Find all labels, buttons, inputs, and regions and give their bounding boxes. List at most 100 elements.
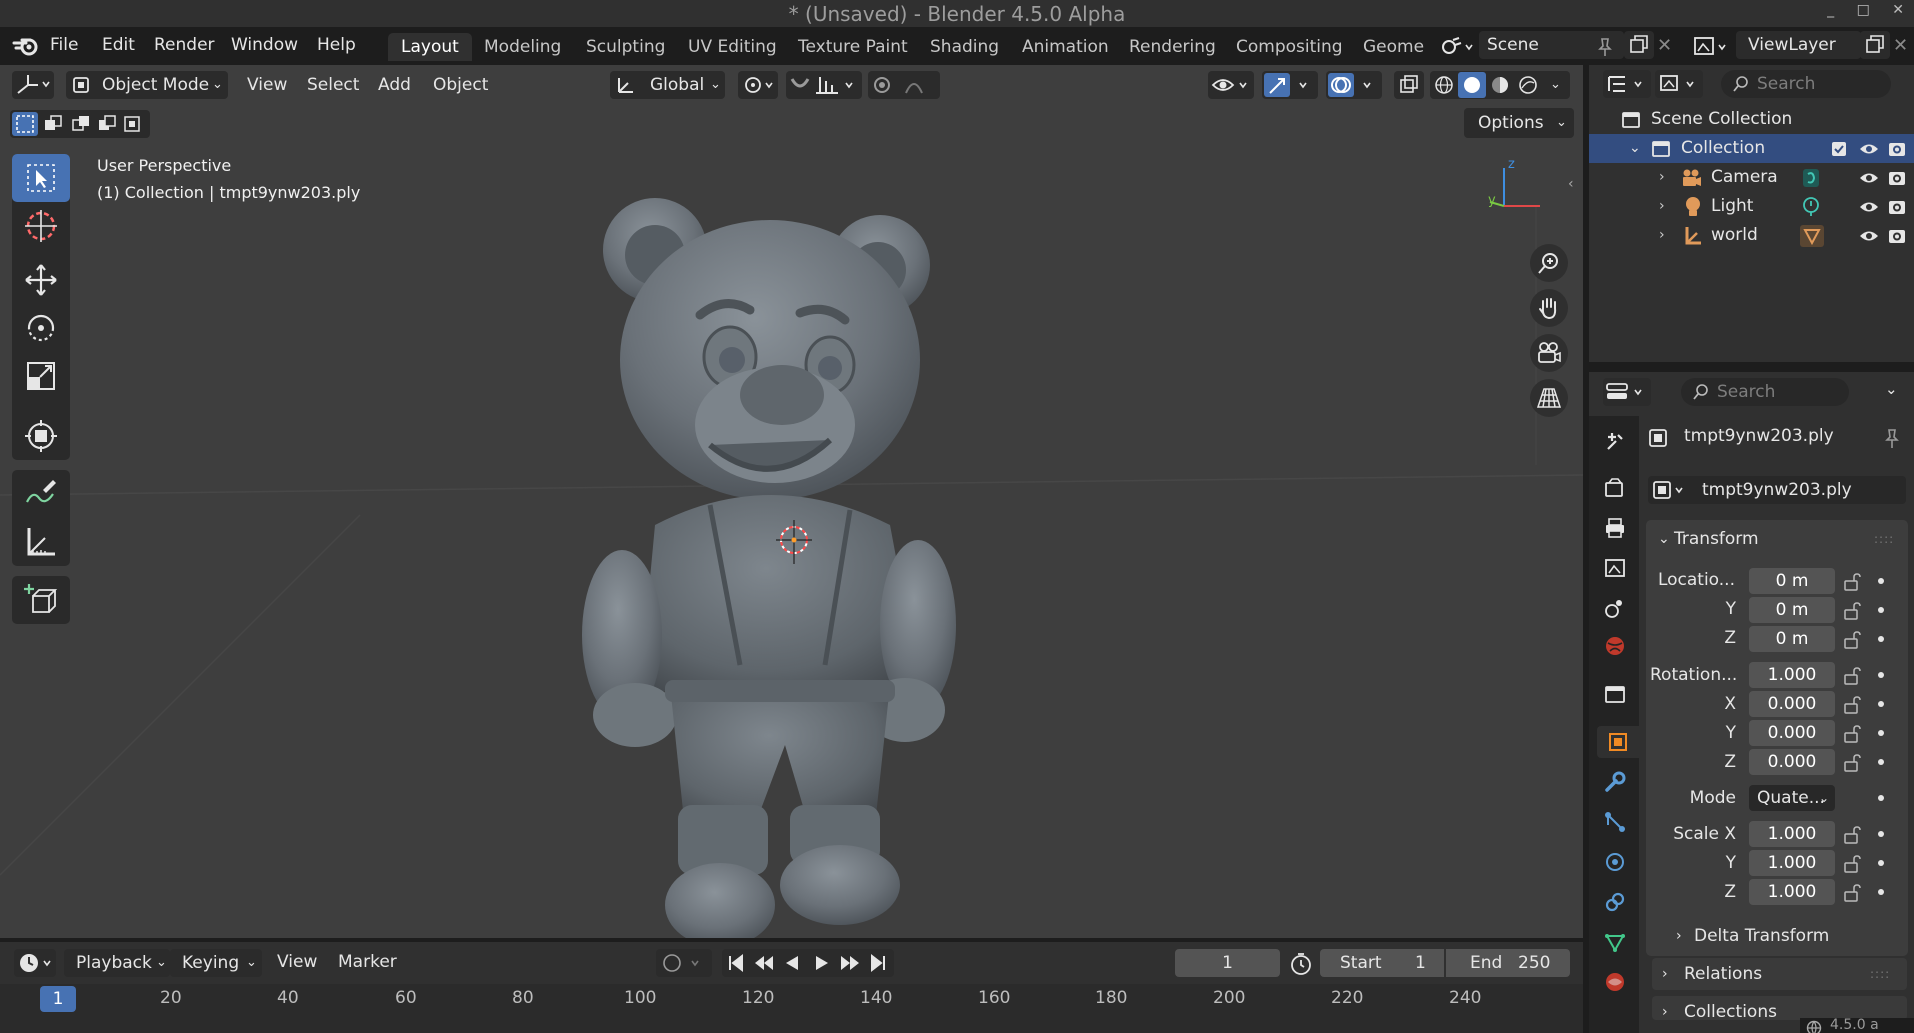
tab-uv-editing[interactable]: UV Editing xyxy=(675,33,790,61)
eye-icon[interactable] xyxy=(1859,140,1879,158)
tab-scene[interactable] xyxy=(1599,592,1631,624)
eye-icon[interactable] xyxy=(1859,169,1879,187)
outliner-row-collection[interactable]: ⌄ Collection xyxy=(1589,134,1914,163)
editor-type-button[interactable] xyxy=(12,71,54,99)
collections-panel-header[interactable]: › Collections xyxy=(1652,996,1907,1020)
light-data-icon[interactable] xyxy=(1801,196,1821,218)
tab-compositing[interactable]: Compositing xyxy=(1223,33,1356,61)
tab-rendering[interactable]: Rendering xyxy=(1116,33,1229,61)
location-z-field[interactable]: 0 m xyxy=(1749,626,1835,652)
tab-output[interactable] xyxy=(1599,512,1631,544)
camera-data-icon[interactable] xyxy=(1801,167,1821,189)
lock-icon[interactable] xyxy=(1842,630,1862,650)
timeline-view-menu[interactable]: View xyxy=(277,952,317,972)
lock-icon[interactable] xyxy=(1842,601,1862,621)
menu-view[interactable]: View xyxy=(247,71,287,99)
animate-property-dot[interactable] xyxy=(1878,607,1884,613)
tab-shading[interactable]: Shading xyxy=(917,33,1012,61)
select-box-tool[interactable] xyxy=(12,154,70,202)
expand-chevron-icon[interactable]: › xyxy=(1659,221,1665,250)
sidebar-toggle-icon[interactable]: ‹ xyxy=(1568,176,1574,192)
delete-scene-icon[interactable]: ✕ xyxy=(1657,35,1672,56)
rotate-tool[interactable] xyxy=(12,304,70,352)
maximize-icon[interactable]: □ xyxy=(1857,2,1870,18)
rotation-y-field[interactable]: 0.000 xyxy=(1749,720,1835,746)
mode-dropdown[interactable]: Object Mode ⌄ xyxy=(66,71,228,99)
menu-edit[interactable]: Edit xyxy=(102,35,135,55)
lock-icon[interactable] xyxy=(1842,854,1862,874)
cursor-tool[interactable] xyxy=(12,202,70,250)
tab-texture-paint[interactable]: Texture Paint xyxy=(785,33,921,61)
eye-icon[interactable] xyxy=(1859,227,1879,245)
wireframe-shading-icon[interactable] xyxy=(1434,75,1454,95)
tab-constraints[interactable] xyxy=(1599,886,1631,918)
outliner-row-scene-collection[interactable]: Scene Collection xyxy=(1589,105,1914,134)
outliner-editor-type-button[interactable] xyxy=(1603,70,1651,98)
select-new-button[interactable] xyxy=(12,112,38,136)
expand-chevron-icon[interactable]: ⌄ xyxy=(1629,134,1641,163)
playhead-frame[interactable]: 1 xyxy=(40,986,76,1012)
location-x-field[interactable]: 0 m xyxy=(1749,568,1835,594)
options-dropdown[interactable]: Options ⌄ xyxy=(1464,108,1574,138)
rotation-w-field[interactable]: 1.000 xyxy=(1749,662,1835,688)
delete-view-layer-icon[interactable]: ✕ xyxy=(1893,35,1908,56)
transform-header[interactable]: ⌄ Transform :::: xyxy=(1654,524,1904,554)
menu-file[interactable]: File xyxy=(50,35,78,55)
xray-button[interactable] xyxy=(1394,71,1424,99)
snapping-button[interactable] xyxy=(786,71,862,99)
chevron-down-icon[interactable]: ⌄ xyxy=(1550,71,1561,99)
render-camera-icon[interactable] xyxy=(1887,197,1907,217)
select-intersect-icon[interactable] xyxy=(120,112,146,136)
expand-chevron-icon[interactable]: › xyxy=(1659,163,1665,192)
pan-button[interactable] xyxy=(1530,289,1568,327)
render-camera-icon[interactable] xyxy=(1887,139,1907,159)
end-frame-field[interactable]: End 250 xyxy=(1446,949,1570,977)
location-y-field[interactable]: 0 m xyxy=(1749,597,1835,623)
relations-panel-header[interactable]: › Relations :::: xyxy=(1652,958,1907,990)
select-extend-icon[interactable] xyxy=(40,112,66,136)
tab-tool[interactable] xyxy=(1599,426,1631,458)
animate-property-dot[interactable] xyxy=(1878,730,1884,736)
tab-data[interactable] xyxy=(1599,926,1631,958)
minimize-icon[interactable]: _ xyxy=(1827,2,1834,18)
rotation-mode-dropdown[interactable]: Quate... ⌄ xyxy=(1749,785,1835,811)
play-reverse-icon[interactable] xyxy=(782,953,802,973)
render-camera-icon[interactable] xyxy=(1887,168,1907,188)
eye-icon[interactable] xyxy=(1859,198,1879,216)
tab-material[interactable] xyxy=(1599,966,1631,998)
tab-layout[interactable]: Layout xyxy=(388,33,472,61)
animate-property-dot[interactable] xyxy=(1878,795,1884,801)
overlays-button[interactable] xyxy=(1326,71,1382,99)
lock-icon[interactable] xyxy=(1842,724,1862,744)
shading-modes[interactable]: ⌄ xyxy=(1430,71,1570,99)
scale-z-field[interactable]: 1.000 xyxy=(1749,879,1835,905)
lock-icon[interactable] xyxy=(1842,825,1862,845)
next-keyframe-icon[interactable] xyxy=(838,953,862,973)
material-shading-icon[interactable] xyxy=(1490,75,1510,95)
new-view-layer-button[interactable] xyxy=(1860,31,1890,59)
tab-object[interactable] xyxy=(1597,726,1639,758)
tab-particles[interactable] xyxy=(1599,806,1631,838)
tab-geometry-nodes[interactable]: Geomet xyxy=(1350,33,1424,61)
mesh-data-icon[interactable] xyxy=(1799,224,1825,248)
outliner-search-field[interactable]: Search xyxy=(1721,70,1891,98)
menu-select[interactable]: Select xyxy=(307,71,359,99)
zoom-button[interactable] xyxy=(1530,244,1568,282)
lock-icon[interactable] xyxy=(1842,572,1862,592)
menu-help[interactable]: Help xyxy=(317,35,356,55)
animate-property-dot[interactable] xyxy=(1878,759,1884,765)
current-frame-field[interactable]: 1 xyxy=(1175,949,1280,977)
visibility-button[interactable] xyxy=(1208,71,1254,99)
measure-tool[interactable] xyxy=(12,518,70,566)
scene-icon[interactable] xyxy=(1440,36,1474,58)
tab-animation[interactable]: Animation xyxy=(1009,33,1122,61)
tab-world[interactable] xyxy=(1599,630,1631,662)
blender-logo-icon[interactable] xyxy=(12,35,40,57)
animate-property-dot[interactable] xyxy=(1878,672,1884,678)
menu-render[interactable]: Render xyxy=(154,35,215,55)
select-subtract-icon[interactable] xyxy=(68,112,94,136)
tab-modifiers[interactable] xyxy=(1599,766,1631,798)
start-frame-field[interactable]: Start 1 xyxy=(1320,949,1444,977)
animate-property-dot[interactable] xyxy=(1878,636,1884,642)
menu-object[interactable]: Object xyxy=(433,71,488,99)
